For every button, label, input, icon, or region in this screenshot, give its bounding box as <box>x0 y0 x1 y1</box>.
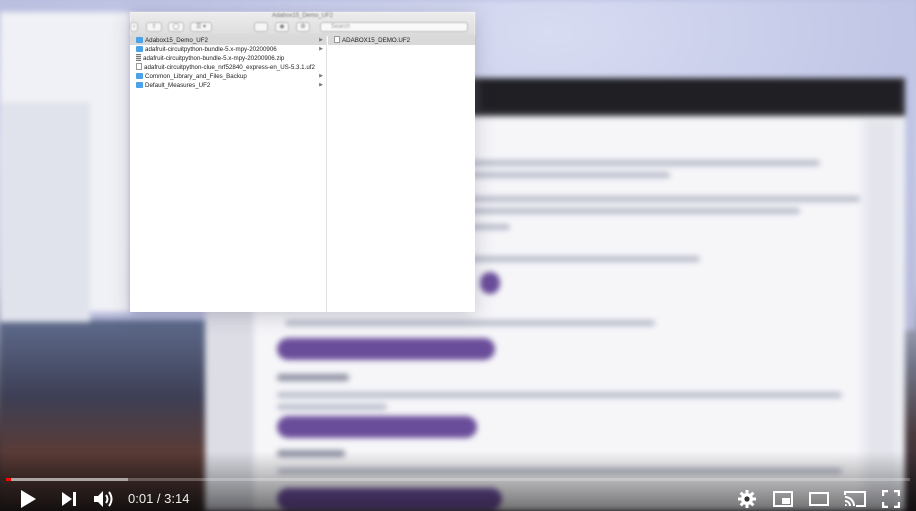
video-frame[interactable]: Adabox15_Demo_UF2 ‹ ⇪ ◯ ☰ ▾ ◉ ⚙ Search A… <box>0 0 916 511</box>
chevron-right-icon: ▶ <box>319 82 323 88</box>
time-display: 0:01 / 3:14 <box>128 490 189 508</box>
cast-icon <box>844 491 866 507</box>
window-title: Adabox15_Demo_UF2 <box>271 13 334 19</box>
theater-mode-button[interactable] <box>806 487 832 511</box>
cast-button[interactable] <box>842 487 868 511</box>
theater-icon <box>809 492 829 506</box>
list-item[interactable]: Common_Library_and_Files_Backup ▶ <box>130 72 326 81</box>
quicklook-button[interactable]: ◉ <box>275 22 289 32</box>
miniplayer-button[interactable] <box>770 487 796 511</box>
folder-icon <box>136 37 143 43</box>
finder-window: Adabox15_Demo_UF2 ‹ ⇪ ◯ ☰ ▾ ◉ ⚙ Search A… <box>130 12 475 312</box>
folder-icon <box>136 73 143 79</box>
finder-column-2: ADABOX15_DEMO.UF2 <box>328 36 475 312</box>
view-options-button[interactable]: ☰ ▾ <box>190 22 212 32</box>
chevron-right-icon: ▶ <box>319 37 323 43</box>
share-button[interactable]: ⇪ <box>146 22 162 32</box>
current-time: 0:01 <box>128 491 154 506</box>
play-button[interactable] <box>14 487 42 511</box>
chevron-right-icon: ▶ <box>319 46 323 52</box>
list-item[interactable]: Adabox15_Demo_UF2 ▶ <box>130 36 326 45</box>
folder-icon[interactable] <box>254 22 268 32</box>
list-item[interactable]: adafruit-circuitpython-bundle-5.x-mpy-20… <box>130 45 326 54</box>
finder-column-1: Adabox15_Demo_UF2 ▶ adafruit-circuitpyth… <box>130 36 327 312</box>
progress-loaded <box>6 478 129 481</box>
progress-played <box>6 478 11 481</box>
chevron-right-icon: ▶ <box>319 73 323 79</box>
zip-file-icon <box>136 54 141 61</box>
list-item[interactable]: Default_Measures_UF2 ▶ <box>130 81 326 90</box>
settings-button[interactable] <box>734 487 760 511</box>
back-button[interactable]: ‹ <box>130 22 138 32</box>
list-item[interactable]: adafruit-circuitpython-clue_nrf52840_exp… <box>130 63 326 72</box>
finder-toolbar: Adabox15_Demo_UF2 ‹ ⇪ ◯ ☰ ▾ ◉ ⚙ Search <box>130 12 475 36</box>
time-separator: / <box>153 491 165 506</box>
fullscreen-icon <box>882 490 900 508</box>
folder-icon <box>136 82 143 88</box>
next-icon <box>62 492 76 506</box>
search-input[interactable]: Search <box>320 22 468 32</box>
file-icon <box>136 63 142 70</box>
action-button[interactable]: ⚙ <box>296 22 310 32</box>
next-button[interactable] <box>56 487 82 511</box>
fullscreen-button[interactable] <box>878 487 904 511</box>
play-icon <box>21 490 36 508</box>
folder-icon <box>136 46 143 52</box>
settings-icon <box>738 490 756 508</box>
file-icon <box>334 36 340 43</box>
miniplayer-icon <box>773 491 793 507</box>
list-item[interactable]: ADABOX15_DEMO.UF2 <box>328 36 475 45</box>
volume-icon <box>94 491 113 507</box>
tag-button[interactable]: ◯ <box>168 22 184 32</box>
duration: 3:14 <box>164 491 190 506</box>
list-item[interactable]: adafruit-circuitpython-bundle-5.x-mpy-20… <box>130 54 326 63</box>
progress-bar[interactable] <box>6 478 910 481</box>
volume-button[interactable] <box>92 487 118 511</box>
